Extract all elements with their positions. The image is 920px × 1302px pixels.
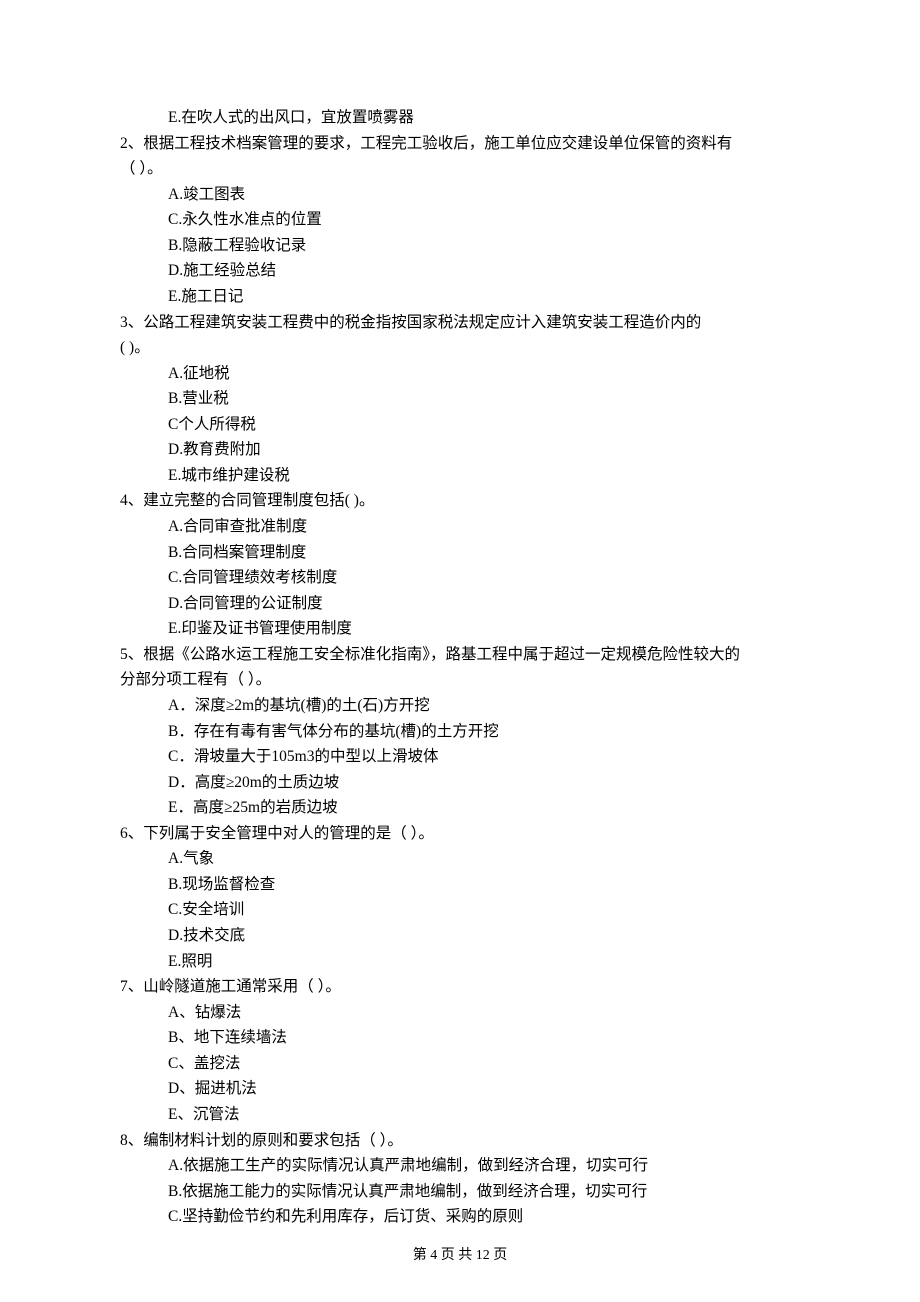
option-a: A、钻爆法 xyxy=(120,1000,800,1026)
option-b: B.依据施工能力的实际情况认真严肃地编制，做到经济合理，切实可行 xyxy=(120,1179,800,1205)
option-b: B．存在有毒有害气体分布的基坑(槽)的土方开挖 xyxy=(120,719,800,745)
stem-text: 根据《公路水运工程施工安全标准化指南》，路基工程中属于超过一定规模危险性较大的 xyxy=(143,646,740,663)
question-stem: 6、下列属于安全管理中对人的管理的是（ ）。 xyxy=(120,821,800,847)
question-number: 3、 xyxy=(120,314,143,331)
stem-text: 编制材料计划的原则和要求包括（ ）。 xyxy=(143,1132,403,1149)
page-footer: 第 4 页 共 12 页 xyxy=(0,1244,920,1267)
option-a: A.气象 xyxy=(120,846,800,872)
question-stem: 8、编制材料计划的原则和要求包括（ ）。 xyxy=(120,1128,800,1154)
question-4: 4、建立完整的合同管理制度包括( )。 A.合同审查批准制度 B.合同档案管理制… xyxy=(120,488,800,641)
option-c: C个人所得税 xyxy=(120,412,800,438)
option-c: C．滑坡量大于105m3的中型以上滑坡体 xyxy=(120,744,800,770)
stem-text: 建立完整的合同管理制度包括( )。 xyxy=(143,492,374,509)
question-number: 6、 xyxy=(120,825,143,842)
option-b: B.现场监督检查 xyxy=(120,872,800,898)
option-d: D.技术交底 xyxy=(120,923,800,949)
question-stem: 5、根据《公路水运工程施工安全标准化指南》，路基工程中属于超过一定规模危险性较大… xyxy=(120,642,800,668)
stem-text: 公路工程建筑安装工程费中的税金指按国家税法规定应计入建筑安装工程造价内的 xyxy=(143,314,701,331)
question-8: 8、编制材料计划的原则和要求包括（ ）。 A.依据施工生产的实际情况认真严肃地编… xyxy=(120,1128,800,1230)
option-d: D.合同管理的公证制度 xyxy=(120,591,800,617)
option-e: E.照明 xyxy=(120,949,800,975)
stem-continuation: ( )。 xyxy=(120,335,800,361)
option-c: C.安全培训 xyxy=(120,897,800,923)
option-b: B、地下连续墙法 xyxy=(120,1025,800,1051)
question-number: 8、 xyxy=(120,1132,143,1149)
option-b: B.营业税 xyxy=(120,386,800,412)
question-number: 4、 xyxy=(120,492,143,509)
option-c: C、盖挖法 xyxy=(120,1051,800,1077)
option-a: A.依据施工生产的实际情况认真严肃地编制，做到经济合理，切实可行 xyxy=(120,1153,800,1179)
question-6: 6、下列属于安全管理中对人的管理的是（ ）。 A.气象 B.现场监督检查 C.安… xyxy=(120,821,800,974)
question-stem: 4、建立完整的合同管理制度包括( )。 xyxy=(120,488,800,514)
option-c: C.合同管理绩效考核制度 xyxy=(120,565,800,591)
question-number: 2、 xyxy=(120,135,143,152)
option-b: B.隐蔽工程验收记录 xyxy=(120,233,800,259)
option-a: A.竣工图表 xyxy=(120,182,800,208)
option-d: D.施工经验总结 xyxy=(120,258,800,284)
option-b: B.合同档案管理制度 xyxy=(120,540,800,566)
option-c: C.坚持勤俭节约和先利用库存，后订货、采购的原则 xyxy=(120,1204,800,1230)
option-e: E、沉管法 xyxy=(120,1102,800,1128)
question-stem: 2、根据工程技术档案管理的要求，工程完工验收后，施工单位应交建设单位保管的资料有 xyxy=(120,131,800,157)
option-e: E.施工日记 xyxy=(120,284,800,310)
question-7: 7、山岭隧道施工通常采用（ ）。 A、钻爆法 B、地下连续墙法 C、盖挖法 D、… xyxy=(120,974,800,1127)
document-page: E.在吹人式的出风口，宜放置喷雾器 2、根据工程技术档案管理的要求，工程完工验收… xyxy=(0,0,920,1302)
stem-text: 根据工程技术档案管理的要求，工程完工验收后，施工单位应交建设单位保管的资料有 xyxy=(143,135,732,152)
option-c: C.永久性水准点的位置 xyxy=(120,207,800,233)
option-d: D.教育费附加 xyxy=(120,437,800,463)
option-a: A.合同审查批准制度 xyxy=(120,514,800,540)
option-e: E．高度≥25m的岩质边坡 xyxy=(120,795,800,821)
question-number: 7、 xyxy=(120,978,143,995)
option-d: D、掘进机法 xyxy=(120,1076,800,1102)
question-3: 3、公路工程建筑安装工程费中的税金指按国家税法规定应计入建筑安装工程造价内的 (… xyxy=(120,310,800,489)
question-stem: 7、山岭隧道施工通常采用（ ）。 xyxy=(120,974,800,1000)
option-a: A.征地税 xyxy=(120,361,800,387)
stem-text: 山岭隧道施工通常采用（ ）。 xyxy=(143,978,341,995)
question-5: 5、根据《公路水运工程施工安全标准化指南》，路基工程中属于超过一定规模危险性较大… xyxy=(120,642,800,821)
option-d: D．高度≥20m的土质边坡 xyxy=(120,770,800,796)
orphan-option: E.在吹人式的出风口，宜放置喷雾器 xyxy=(120,105,800,131)
stem-text: 下列属于安全管理中对人的管理的是（ ）。 xyxy=(143,825,434,842)
question-stem: 3、公路工程建筑安装工程费中的税金指按国家税法规定应计入建筑安装工程造价内的 xyxy=(120,310,800,336)
option-e: E.城市维护建设税 xyxy=(120,463,800,489)
stem-continuation: 分部分项工程有（ ）。 xyxy=(120,667,800,693)
question-number: 5、 xyxy=(120,646,143,663)
stem-continuation: （ ）。 xyxy=(120,156,800,182)
option-a: A．深度≥2m的基坑(槽)的土(石)方开挖 xyxy=(120,693,800,719)
option-e: E.印鉴及证书管理使用制度 xyxy=(120,616,800,642)
question-2: 2、根据工程技术档案管理的要求，工程完工验收后，施工单位应交建设单位保管的资料有… xyxy=(120,131,800,310)
